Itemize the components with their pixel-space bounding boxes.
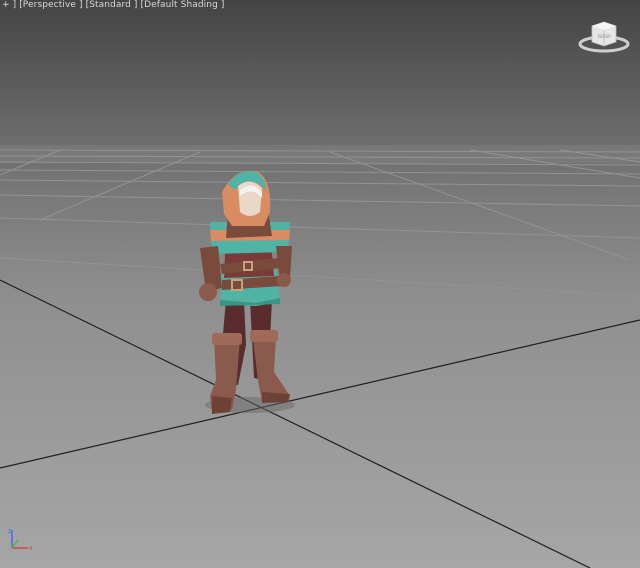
horizon-haze — [0, 145, 640, 163]
home-grid — [0, 149, 640, 297]
viewport-shading-mode-menu[interactable]: [Standard ] — [86, 0, 138, 10]
world-axis-lines — [0, 279, 640, 568]
viewcube-icon[interactable]: PERSP — [578, 20, 634, 54]
viewcube-face-label: PERSP — [598, 34, 611, 39]
hooded-character-model[interactable] — [199, 170, 295, 414]
viewport-label-menu: + ] [Perspective ] [Standard ] [Default … — [2, 0, 224, 11]
scene-canvas[interactable] — [0, 0, 640, 568]
viewport-point-of-view-menu[interactable]: [Perspective ] — [19, 0, 82, 10]
perspective-viewport[interactable]: + ] [Perspective ] [Standard ] [Default … — [0, 0, 640, 568]
z-axis-label: z — [8, 528, 11, 535]
viewport-general-menu[interactable]: + ] — [2, 0, 16, 10]
y-axis-icon — [11, 539, 19, 549]
axis-tripod-icon: x z — [8, 528, 33, 552]
x-axis-label: x — [29, 545, 33, 552]
viewport-shading-menu[interactable]: [Default Shading ] — [140, 0, 224, 10]
